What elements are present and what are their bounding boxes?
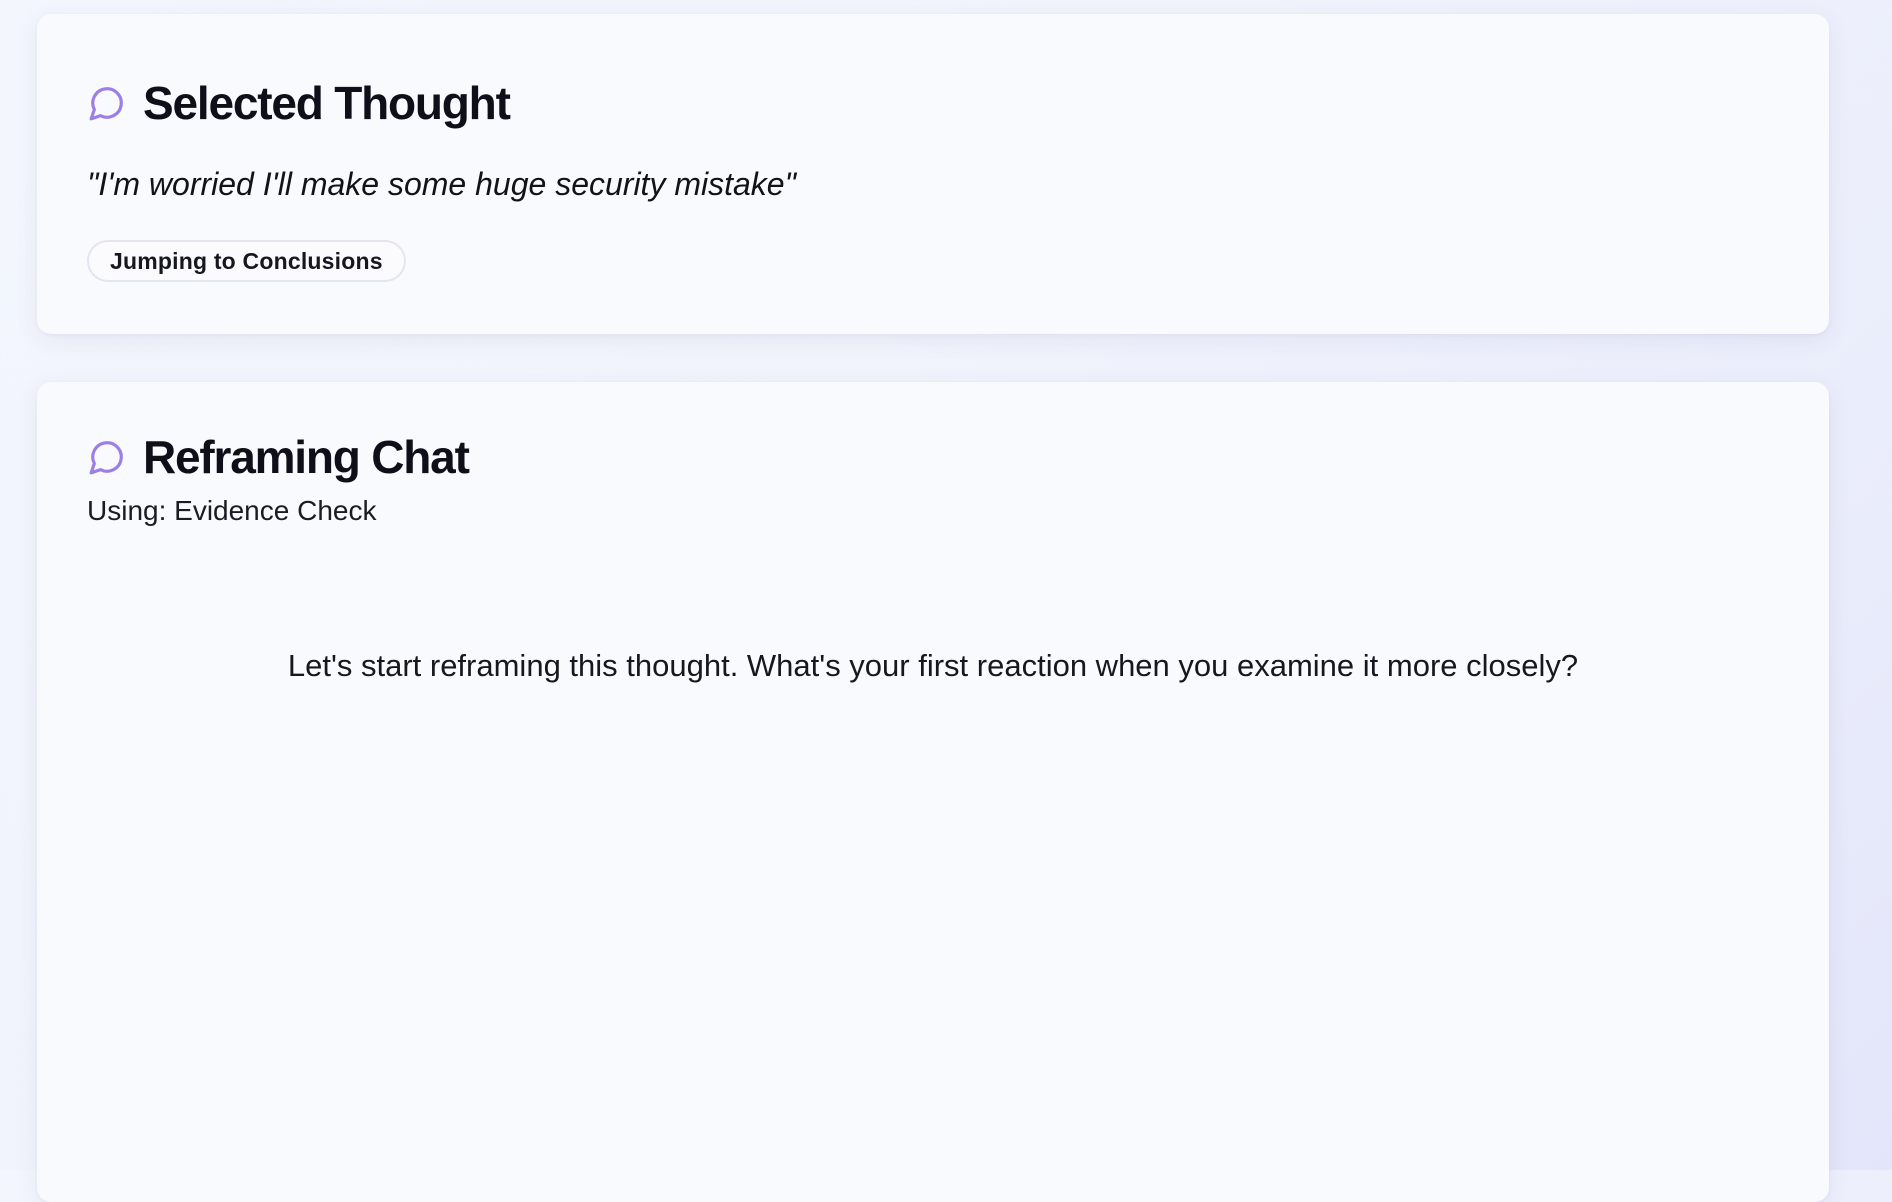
chat-bubble-icon: [87, 437, 127, 477]
reframing-chat-title: Reframing Chat: [143, 431, 470, 483]
reframing-chat-header: Reframing Chat: [87, 430, 470, 484]
distortion-badge: Jumping to Conclusions: [87, 240, 406, 282]
assistant-message: Let's start reframing this thought. What…: [287, 648, 1579, 683]
reframing-chat-card: Reframing Chat Using: Evidence Check Let…: [37, 382, 1829, 1202]
technique-label: Using: Evidence Check: [87, 495, 377, 526]
selected-thought-title: Selected Thought: [143, 77, 511, 129]
selected-thought-card: Selected Thought "I'm worried I'll make …: [37, 14, 1829, 334]
thought-text: "I'm worried I'll make some huge securit…: [87, 166, 796, 202]
chat-bubble-icon: [87, 83, 127, 123]
selected-thought-header: Selected Thought: [87, 76, 511, 130]
